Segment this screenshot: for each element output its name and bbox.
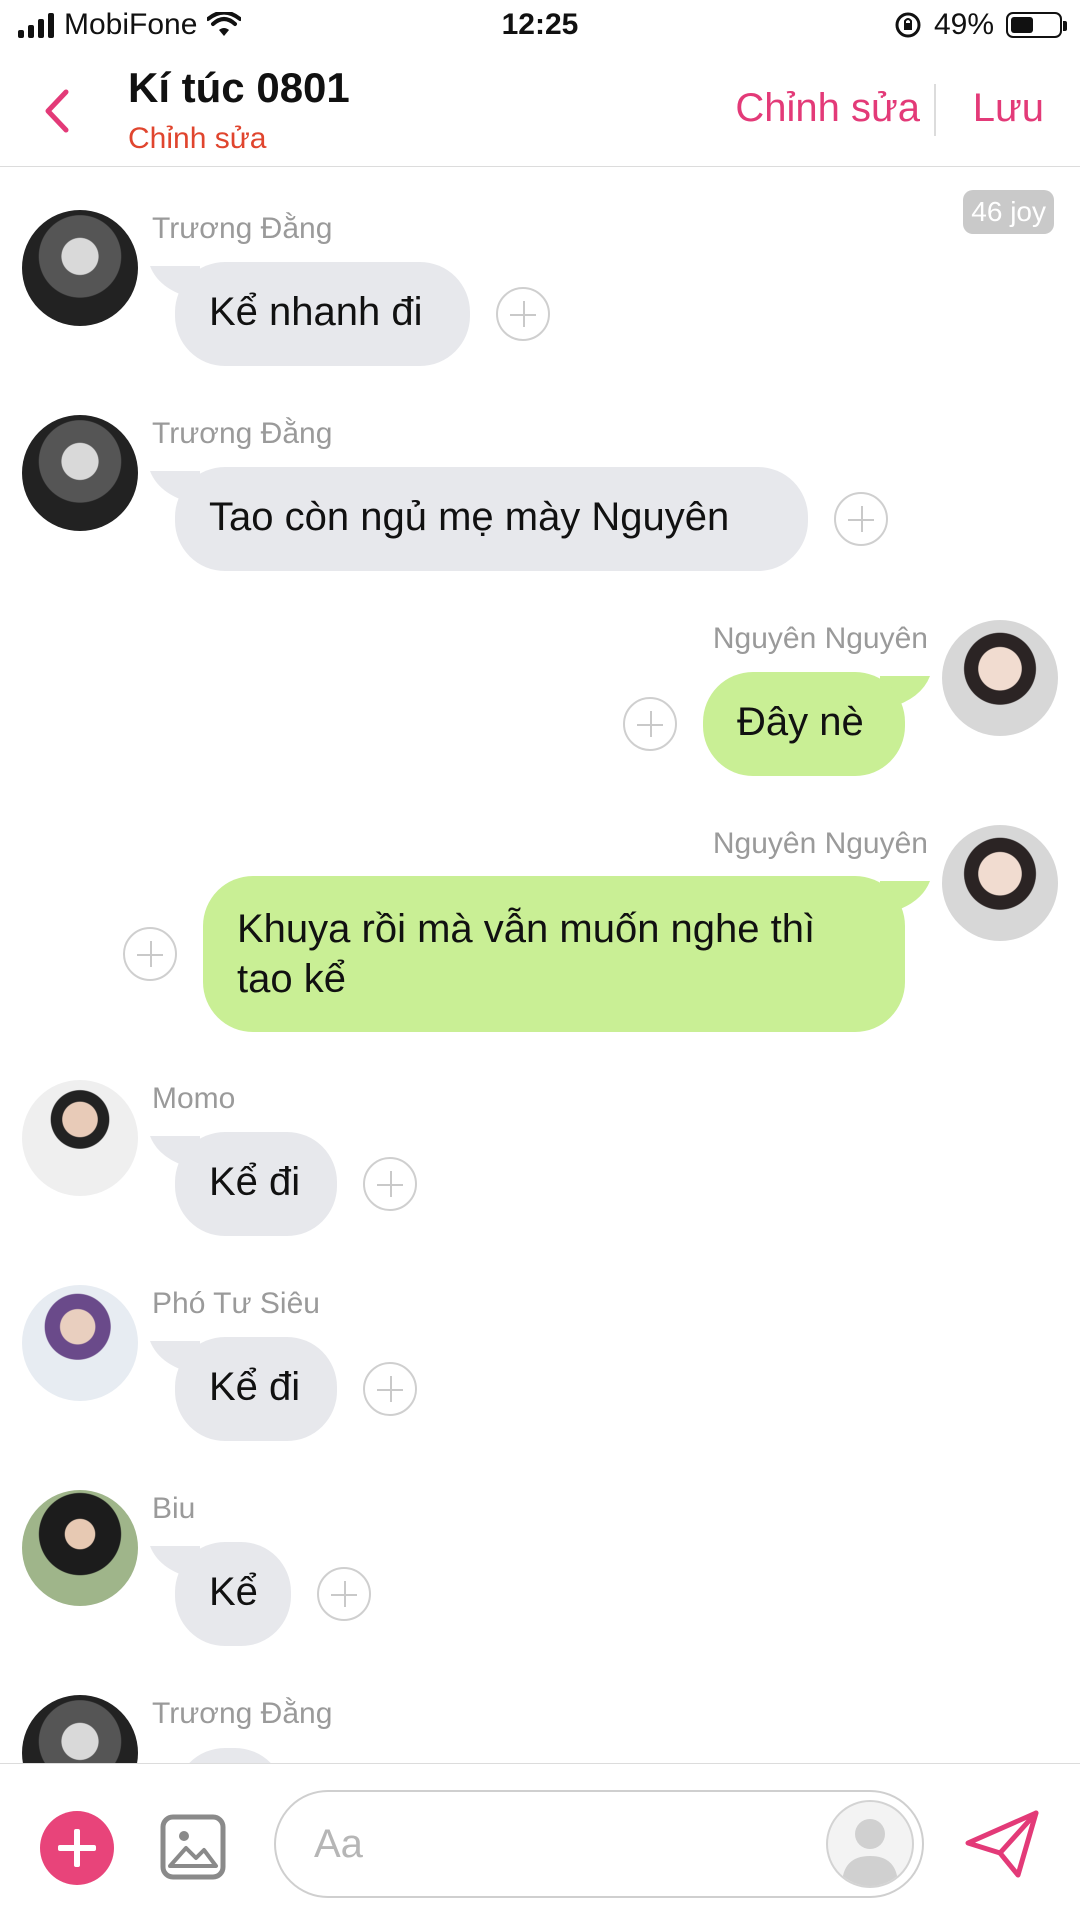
react-plus-icon[interactable]: [317, 1567, 371, 1621]
avatar[interactable]: [22, 1490, 138, 1606]
avatar[interactable]: [22, 415, 138, 531]
avatar[interactable]: [22, 1285, 138, 1401]
composer-bar: Aa: [0, 1763, 1080, 1921]
sender-name: Trương Đằng: [152, 417, 333, 450]
user-avatar-icon[interactable]: [826, 1800, 914, 1888]
react-plus-icon[interactable]: [496, 287, 550, 341]
react-plus-icon[interactable]: [123, 927, 177, 981]
message-input-placeholder: Aa: [314, 1822, 363, 1866]
rotation-lock-icon: [895, 12, 921, 38]
chat-header: Kí túc 0801 Chỉnh sửa Chỉnh sửa Lưu: [0, 56, 1080, 167]
message-bubble[interactable]: Kể nhanh đi: [175, 262, 470, 366]
chat-title: Kí túc 0801: [128, 64, 350, 111]
back-chevron-icon[interactable]: [38, 86, 78, 136]
react-plus-icon[interactable]: [363, 1157, 417, 1211]
sender-name: Nguyên Nguyên: [712, 622, 928, 655]
sender-name: Trương Đằng: [152, 1697, 333, 1730]
sender-name: Trương Đằng: [152, 212, 333, 245]
joy-badge: 46 joy: [963, 190, 1054, 234]
message-bubble[interactable]: Tao còn ngủ mẹ mày Nguyên: [175, 467, 808, 571]
edit-button[interactable]: Chỉnh sửa: [735, 86, 920, 131]
save-button[interactable]: Lưu: [973, 86, 1044, 131]
sender-name: Nguyên Nguyên: [712, 827, 928, 860]
add-plus-icon[interactable]: [40, 1811, 114, 1885]
sender-name: Biu: [152, 1492, 196, 1525]
chat-subtitle-edit[interactable]: Chỉnh sửa: [128, 122, 267, 156]
avatar[interactable]: [942, 620, 1058, 736]
avatar[interactable]: [22, 1080, 138, 1196]
status-bar: MobiFone 12:25 49%: [0, 0, 1080, 55]
message-bubble[interactable]: Khuya rồi mà vẫn muốn nghe thì tao kể: [203, 876, 905, 1032]
header-divider: [934, 84, 936, 136]
message-input[interactable]: Aa: [274, 1790, 924, 1898]
avatar[interactable]: [942, 825, 1058, 941]
battery-percent: 49%: [933, 8, 994, 41]
react-plus-icon[interactable]: [623, 697, 677, 751]
image-icon[interactable]: [160, 1814, 226, 1880]
react-plus-icon[interactable]: [363, 1362, 417, 1416]
message-bubble[interactable]: Kể đi: [175, 1337, 337, 1441]
message-bubble[interactable]: Đây nè: [703, 672, 905, 776]
battery-icon: [1006, 12, 1067, 38]
send-icon[interactable]: [964, 1809, 1040, 1879]
avatar[interactable]: [22, 210, 138, 326]
message-bubble[interactable]: Kể đi: [175, 1132, 337, 1236]
sender-name: Momo: [152, 1082, 236, 1115]
react-plus-icon[interactable]: [834, 492, 888, 546]
sender-name: Phó Tư Siêu: [152, 1287, 320, 1320]
message-bubble[interactable]: Kể: [175, 1542, 291, 1646]
